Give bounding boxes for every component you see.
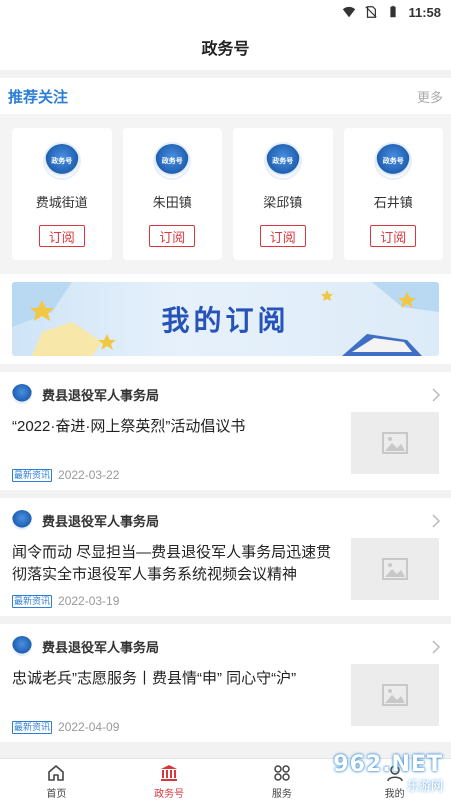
battery-icon <box>390 5 397 18</box>
news-item[interactable]: 费县退役军人事务局 闻令而动 尽显担当—费县退役军人事务局迅速贯彻落实全市退役军… <box>0 498 451 616</box>
watermark-top: 962.NET <box>333 752 443 777</box>
news-title[interactable]: 闻令而动 尽显担当—费县退役军人事务局迅速贯彻落实全市退役军人事务系统视频会议精… <box>12 542 337 586</box>
image-placeholder-icon <box>382 684 408 706</box>
tab-government[interactable]: 政务号 <box>113 759 226 803</box>
recommend-section: 推荐关注 更多 政务号 费城街道 订阅 政务号 朱田镇 订阅 政务号 梁邱镇 订… <box>0 78 451 274</box>
image-placeholder-icon <box>382 432 408 454</box>
account-name: 朱田镇 <box>152 195 192 210</box>
government-building-icon <box>161 764 178 781</box>
source-name: 费县退役军人事务局 <box>42 639 160 655</box>
news-tag: 最新资讯 <box>12 468 53 482</box>
home-icon <box>48 764 65 781</box>
subscribe-button[interactable]: 订阅 <box>370 225 417 247</box>
no-sim-icon <box>365 6 378 18</box>
government-account-logo: 政务号 <box>44 144 79 178</box>
wifi-icon <box>343 6 356 18</box>
news-meta: 最新资讯 2022-04-09 <box>12 720 337 734</box>
news-text: “2022·奋进·网上祭英烈”活动倡议书 最新资讯 2022-03-22 <box>12 416 337 482</box>
recommend-title: 推荐关注 <box>8 88 69 106</box>
government-account-logo: 政务号 <box>155 144 190 178</box>
app-header: 政务号 <box>0 24 451 70</box>
tab-home[interactable]: 首页 <box>0 759 113 803</box>
recommend-card[interactable]: 政务号 费城街道 订阅 <box>12 128 112 260</box>
news-text: 忠诚老兵”志愿服务丨费县情“申” 同心守“沪” 最新资讯 2022-04-09 <box>12 668 337 734</box>
news-thumbnail[interactable] <box>351 538 439 600</box>
news-body: 闻令而动 尽显担当—费县退役军人事务局迅速贯彻落实全市退役军人事务系统视频会议精… <box>12 538 439 608</box>
recommend-card[interactable]: 政务号 梁邱镇 订阅 <box>233 128 333 260</box>
tab-label: 政务号 <box>154 788 185 800</box>
news-item[interactable]: 费县退役军人事务局 “2022·奋进·网上祭英烈”活动倡议书 最新资讯 2022… <box>0 372 451 490</box>
recommend-cards: 政务号 费城街道 订阅 政务号 朱田镇 订阅 政务号 梁邱镇 订阅 政务号 石井… <box>0 114 451 274</box>
grid-icon <box>274 764 290 781</box>
account-name: 费城街道 <box>35 195 88 210</box>
news-thumbnail[interactable] <box>351 664 439 726</box>
image-placeholder-icon <box>382 558 408 580</box>
news-body: “2022·奋进·网上祭英烈”活动倡议书 最新资讯 2022-03-22 <box>12 412 439 482</box>
status-time: 11:58 <box>408 4 441 20</box>
news-thumbnail[interactable] <box>351 412 439 474</box>
recommend-header: 推荐关注 更多 <box>0 78 451 114</box>
news-text: 闻令而动 尽显担当—费县退役军人事务局迅速贯彻落实全市退役军人事务系统视频会议精… <box>12 542 337 608</box>
recommend-card[interactable]: 政务号 石井镇 订阅 <box>343 128 443 260</box>
news-date: 2022-04-09 <box>58 720 120 734</box>
news-tag: 最新资讯 <box>12 594 53 608</box>
account-name: 梁邱镇 <box>263 195 303 210</box>
news-source[interactable]: 费县退役军人事务局 <box>12 372 439 416</box>
government-account-logo: 政务号 <box>265 144 300 178</box>
news-title[interactable]: 忠诚老兵”志愿服务丨费县情“申” 同心守“沪” <box>12 668 337 690</box>
banner-title: 我的订阅 <box>161 305 290 336</box>
news-meta: 最新资讯 2022-03-19 <box>12 594 337 608</box>
subscribe-button[interactable]: 订阅 <box>259 225 306 247</box>
subscribe-button[interactable]: 订阅 <box>149 225 196 247</box>
page-title: 政务号 <box>201 41 250 58</box>
status-bar: 11:58 <box>0 0 451 24</box>
more-link[interactable]: 更多 <box>417 87 443 106</box>
banner-container: 我的订阅 <box>0 274 451 364</box>
subscribe-button[interactable]: 订阅 <box>38 225 85 247</box>
chevron-right-icon[interactable] <box>431 388 441 402</box>
chevron-right-icon[interactable] <box>431 640 441 654</box>
news-source[interactable]: 费县退役军人事务局 <box>12 624 439 668</box>
news-source[interactable]: 费县退役军人事务局 <box>12 498 439 542</box>
source-logo <box>12 384 32 404</box>
news-body: 忠诚老兵”志愿服务丨费县情“申” 同心守“沪” 最新资讯 2022-04-09 <box>12 664 439 734</box>
source-logo <box>12 636 32 656</box>
news-date: 2022-03-19 <box>58 594 120 608</box>
tab-label: 服务 <box>271 788 292 800</box>
account-name: 石井镇 <box>373 195 413 210</box>
my-subscription-banner[interactable]: 我的订阅 <box>12 282 439 356</box>
tab-label: 首页 <box>46 788 67 800</box>
news-meta: 最新资讯 2022-03-22 <box>12 468 337 482</box>
news-item[interactable]: 费县退役军人事务局 忠诚老兵”志愿服务丨费县情“申” 同心守“沪” 最新资讯 2… <box>0 624 451 742</box>
recommend-card[interactable]: 政务号 朱田镇 订阅 <box>122 128 222 260</box>
news-title[interactable]: “2022·奋进·网上祭英烈”活动倡议书 <box>12 416 337 438</box>
source-name: 费县退役军人事务局 <box>42 513 160 529</box>
watermark: 962.NET 乐游网 <box>311 743 451 803</box>
source-logo <box>12 510 32 530</box>
government-account-logo: 政务号 <box>376 144 411 178</box>
chevron-right-icon[interactable] <box>431 514 441 528</box>
watermark-bottom: 乐游网 <box>406 779 443 793</box>
source-name: 费县退役军人事务局 <box>42 387 160 403</box>
news-tag: 最新资讯 <box>12 720 53 734</box>
news-date: 2022-03-22 <box>58 468 120 482</box>
